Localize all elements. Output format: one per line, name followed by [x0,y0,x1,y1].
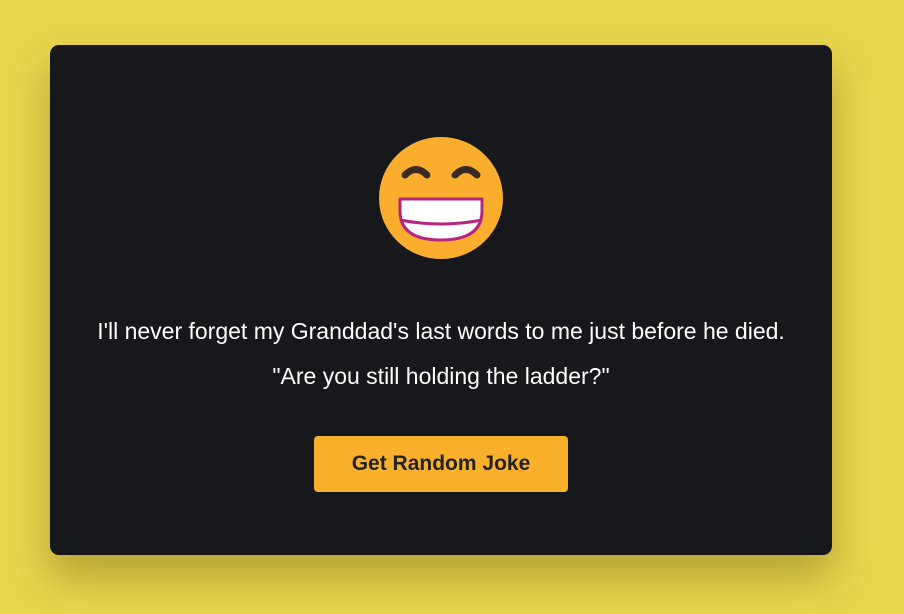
joke-card: I'll never forget my Granddad's last wor… [50,45,832,555]
get-random-joke-button[interactable]: Get Random Joke [314,436,568,492]
joke-text: I'll never forget my Granddad's last wor… [97,318,785,389]
grinning-face-emoji-icon [379,137,503,259]
